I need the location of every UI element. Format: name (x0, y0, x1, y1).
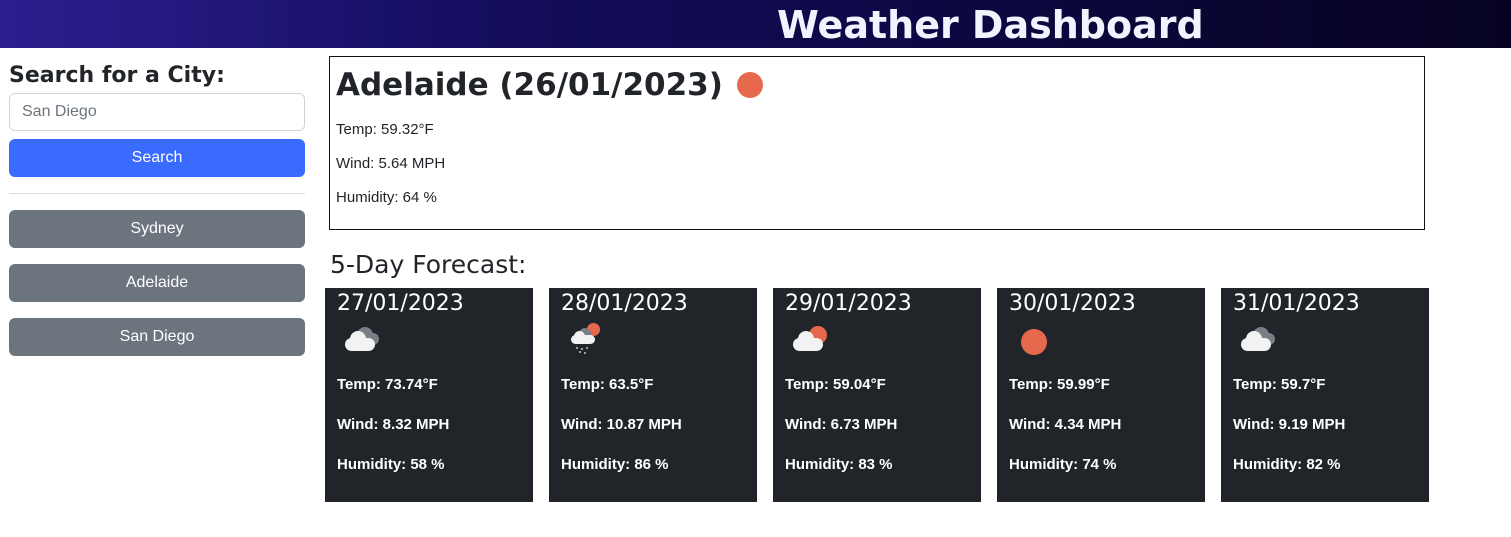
forecast-date: 30/01/2023 (1009, 291, 1136, 316)
forecast-humidity: Humidity: 58 % (337, 456, 445, 473)
current-wind: Wind: 5.64 MPH (336, 155, 446, 172)
cloudy-icon (337, 323, 521, 363)
forecast-wind: Wind: 10.87 MPH (561, 416, 682, 433)
history-button-san-diego[interactable]: San Diego (9, 318, 305, 356)
current-city-date: Adelaide (26/01/2023) (336, 67, 723, 103)
divider (9, 193, 305, 194)
forecast-humidity: Humidity: 82 % (1233, 456, 1341, 473)
search-heading: Search for a City: (9, 63, 225, 88)
current-weather-title: Adelaide (26/01/2023) (336, 65, 1418, 105)
sidebar: Search for a City: Search Sydney Adelaid… (9, 60, 305, 372)
forecast-temp: Temp: 63.5°F (561, 376, 654, 393)
cloudy-icon (1233, 323, 1417, 363)
city-search-input[interactable] (9, 93, 305, 131)
forecast-wind: Wind: 8.32 MPH (337, 416, 450, 433)
history-button-sydney[interactable]: Sydney (9, 210, 305, 248)
current-temp: Temp: 59.32°F (336, 121, 434, 138)
forecast-humidity: Humidity: 83 % (785, 456, 893, 473)
current-weather-panel: Adelaide (26/01/2023) Temp: 59.32°F Wind… (329, 56, 1425, 230)
forecast-heading: 5-Day Forecast: (330, 250, 527, 279)
forecast-card: 29/01/2023 Temp: 59.04°F Wind: 6.73 MPH … (773, 288, 981, 502)
partly-cloudy-icon (785, 323, 969, 363)
forecast-temp: Temp: 59.04°F (785, 376, 886, 393)
header-bar: Weather Dashboard (0, 0, 1511, 48)
forecast-date: 29/01/2023 (785, 291, 912, 316)
forecast-temp: Temp: 73.74°F (337, 376, 438, 393)
current-humidity: Humidity: 64 % (336, 189, 437, 206)
forecast-humidity: Humidity: 86 % (561, 456, 669, 473)
forecast-date: 28/01/2023 (561, 291, 688, 316)
forecast-wind: Wind: 9.19 MPH (1233, 416, 1346, 433)
forecast-card: 28/01/2023 Temp: 63.5°F Wind: 10.87 MPH … (549, 288, 757, 502)
forecast-humidity: Humidity: 74 % (1009, 456, 1117, 473)
forecast-temp: Temp: 59.99°F (1009, 376, 1110, 393)
forecast-date: 31/01/2023 (1233, 291, 1360, 316)
sun-icon (1009, 323, 1193, 363)
sun-icon (736, 72, 763, 98)
forecast-wind: Wind: 4.34 MPH (1009, 416, 1122, 433)
sun-rain-icon (561, 323, 745, 363)
search-button[interactable]: Search (9, 139, 305, 177)
forecast-card: 31/01/2023 Temp: 59.7°F Wind: 9.19 MPH H… (1221, 288, 1429, 502)
forecast-card: 27/01/2023 Temp: 73.74°F Wind: 8.32 MPH … (325, 288, 533, 502)
forecast-wind: Wind: 6.73 MPH (785, 416, 898, 433)
forecast-card: 30/01/2023 Temp: 59.99°F Wind: 4.34 MPH … (997, 288, 1205, 502)
forecast-temp: Temp: 59.7°F (1233, 376, 1326, 393)
page-title: Weather Dashboard (777, 3, 1204, 47)
history-button-adelaide[interactable]: Adelaide (9, 264, 305, 302)
forecast-date: 27/01/2023 (337, 291, 464, 316)
